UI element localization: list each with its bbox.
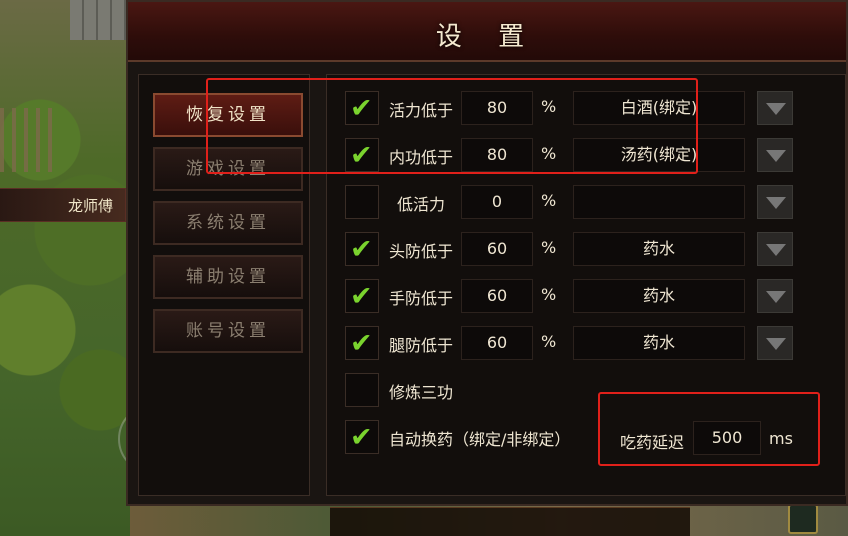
setting-row-low-vitality: 低活力 0 % <box>327 181 845 221</box>
setting-row-head-armor: ✔ 头防低于 60 % 药水 <box>327 228 845 268</box>
percent-unit: % <box>541 285 557 304</box>
tab-account-settings[interactable]: 账号设置 <box>153 309 303 353</box>
row-label: 低活力 <box>397 195 446 214</box>
percent-unit: % <box>541 238 557 257</box>
setting-row-leg-armor: ✔ 腿防低于 60 % 药水 <box>327 322 845 362</box>
hand-armor-threshold-input[interactable]: 60 <box>461 279 533 313</box>
tab-label: 系统设置 <box>186 213 270 233</box>
check-icon: ✔ <box>350 328 373 359</box>
tab-label: 账号设置 <box>186 321 270 341</box>
low-vitality-threshold-input[interactable]: 0 <box>461 185 533 219</box>
leg-armor-item-select[interactable]: 药水 <box>573 326 745 360</box>
dropdown-arrow-icon[interactable] <box>757 185 793 219</box>
tab-assist-settings[interactable]: 辅助设置 <box>153 255 303 299</box>
chat-box <box>330 507 690 536</box>
percent-unit: % <box>541 332 557 351</box>
dropdown-arrow-icon[interactable] <box>757 91 793 125</box>
percent-unit: % <box>541 191 557 210</box>
tab-system-settings[interactable]: 系统设置 <box>153 201 303 245</box>
auto-swap-checkbox[interactable]: ✔ <box>345 420 379 454</box>
hand-armor-checkbox[interactable]: ✔ <box>345 279 379 313</box>
check-icon: ✔ <box>350 422 373 453</box>
head-armor-checkbox[interactable]: ✔ <box>345 232 379 266</box>
row-label: 头防低于 <box>389 242 454 261</box>
row-label: 修炼三功 <box>389 383 454 402</box>
dropdown-arrow-icon[interactable] <box>757 232 793 266</box>
head-armor-threshold-input[interactable]: 60 <box>461 232 533 266</box>
wooden-fence <box>0 108 60 172</box>
leg-armor-checkbox[interactable]: ✔ <box>345 326 379 360</box>
dropdown-arrow-icon[interactable] <box>757 326 793 360</box>
setting-row-hand-armor: ✔ 手防低于 60 % 药水 <box>327 275 845 315</box>
check-icon: ✔ <box>350 234 373 265</box>
hand-armor-item-select[interactable]: 药水 <box>573 279 745 313</box>
row-label: 手防低于 <box>389 289 454 308</box>
dropdown-arrow-icon[interactable] <box>757 138 793 172</box>
dialog-titlebar[interactable]: 设 置 <box>128 2 846 62</box>
low-vitality-item-select[interactable] <box>573 185 745 219</box>
grass-terrain <box>0 0 140 536</box>
low-vitality-checkbox[interactable] <box>345 185 379 219</box>
tab-label: 辅助设置 <box>186 267 270 287</box>
practice-checkbox[interactable] <box>345 373 379 407</box>
npc-name-tag[interactable]: 龙师傅 <box>0 188 126 222</box>
dropdown-arrow-icon[interactable] <box>757 279 793 313</box>
dialog-title: 设 置 <box>435 22 539 52</box>
highlight-box-top <box>206 78 698 174</box>
check-icon: ✔ <box>350 281 373 312</box>
leg-armor-threshold-input[interactable]: 60 <box>461 326 533 360</box>
highlight-box-delay <box>598 392 820 466</box>
row-label: 自动换药（绑定/非绑定） <box>389 430 571 449</box>
row-label: 腿防低于 <box>389 336 454 355</box>
item-slot[interactable] <box>788 504 818 534</box>
head-armor-item-select[interactable]: 药水 <box>573 232 745 266</box>
